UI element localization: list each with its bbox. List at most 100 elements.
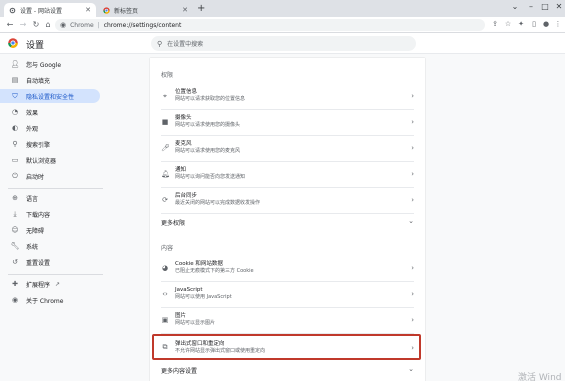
content-row-javascript[interactable]: ‹› JavaScript 网站可以使用 JavaScript › [150, 282, 425, 306]
sidebar-item-appearance[interactable]: ◐ 外观 [0, 121, 100, 135]
maximize-icon[interactable]: □ [540, 2, 550, 11]
close-window-icon[interactable]: ✕ [554, 2, 564, 11]
chevron-right-icon: › [411, 92, 414, 100]
external-link-icon: ↗ [55, 280, 61, 288]
permission-row-location[interactable]: ⌖ 位置信息 网站可以请求获取您的位置信息 › [150, 84, 425, 108]
sidebar-item-performance[interactable]: ◔ 效果 [0, 105, 100, 119]
chevron-right-icon: › [411, 316, 414, 324]
tab-title: 新标签页 [114, 7, 139, 15]
settings-header: 设置 ⚲ 在设置中搜索 [0, 33, 565, 54]
chrome-icon: ◉ [60, 21, 67, 29]
side-panel-icon[interactable]: ▯ [529, 20, 539, 28]
palette-icon: ◐ [11, 124, 19, 132]
sidebar-item-autofill[interactable]: ▤ 自动填充 [0, 73, 100, 87]
sidebar-item-privacy[interactable]: ⛉ 隐私设置和安全性 [0, 89, 100, 103]
activation-watermark: 激活 Wind [518, 373, 562, 381]
code-icon: ‹› [162, 290, 168, 298]
main-content: 权限 ⌖ 位置信息 网站可以请求获取您的位置信息 › ■ 摄像头 网站可以请求使用您… [110, 54, 565, 381]
search-icon: ⚲ [157, 39, 163, 48]
address-bar[interactable]: ◉ Chrome | chrome://settings/content [55, 19, 485, 31]
bell-icon: 🔔︎ [161, 170, 170, 178]
sidebar-item-accessibility[interactable]: ☺ 无障碍 [0, 223, 100, 237]
tab-search-icon[interactable]: ⌄ [510, 2, 520, 11]
autofill-icon: ▤ [11, 76, 19, 84]
chevron-right-icon: › [411, 196, 414, 204]
tab-strip: 设置 - 网站设置 ✕ 新标签页 ✕ + ⌄ – □ ✕ [0, 0, 565, 17]
forward-icon[interactable]: → [18, 19, 28, 30]
camera-icon: ■ [161, 118, 169, 126]
chrome-icon [103, 6, 110, 14]
extensions-icon[interactable]: ✦ [516, 20, 526, 28]
reset-icon: ↺ [12, 258, 18, 266]
reload-icon[interactable]: ↻ [31, 19, 41, 30]
chrome-icon: ◉ [11, 296, 19, 304]
content-heading: 内容 [161, 245, 174, 252]
share-icon[interactable]: ⇪ [490, 20, 500, 28]
more-permissions-expander[interactable]: 更多权限 ⌄ [150, 214, 425, 230]
page-title: 设置 [26, 41, 45, 51]
chevron-right-icon: › [411, 290, 414, 298]
chevron-down-icon: ⌄ [408, 365, 414, 373]
profile-icon[interactable]: ● [541, 20, 551, 28]
more-content-label: 更多内容设置 [161, 368, 198, 375]
chevron-right-icon: › [411, 264, 414, 272]
person-icon: 👤︎ [10, 60, 20, 68]
image-icon: ▣ [161, 316, 169, 324]
more-content-settings-expander[interactable]: 更多内容设置 ⌄ [150, 362, 425, 378]
permission-row-background-sync[interactable]: ⟳ 后台同步 最近关闭的网站可以完成数据收发操作 › [150, 188, 425, 212]
power-icon: ⏻ [12, 171, 18, 180]
cookie-icon: ◕ [161, 264, 169, 272]
tab-new-tab[interactable]: 新标签页 ✕ [98, 3, 193, 17]
tab-settings[interactable]: 设置 - 网站设置 ✕ [4, 3, 96, 17]
close-tab-icon[interactable]: ✕ [85, 6, 91, 14]
chrome-logo-icon [8, 38, 18, 48]
highlight-box [152, 334, 421, 360]
gear-icon [9, 7, 16, 14]
puzzle-icon: ✚ [12, 280, 18, 288]
shield-icon: ⛉ [12, 91, 18, 100]
accessibility-icon: ☺ [11, 226, 19, 234]
sidebar: 👤︎ 您与 Google ▤ 自动填充 ⛉ 隐私设置和安全性 ◔ 效果 ◐ 外观 ⚲ 搜索引… [0, 54, 110, 381]
sidebar-item-reset[interactable]: ↺ 重置设置 [0, 255, 100, 269]
close-tab-icon[interactable]: ✕ [182, 6, 188, 14]
location-icon: ⌖ [163, 91, 167, 100]
search-placeholder: 在设置中搜索 [167, 41, 204, 48]
sidebar-item-extensions[interactable]: ✚ 扩展程序 ↗ [0, 277, 100, 291]
wrench-icon: 🔧︎ [10, 242, 20, 250]
address-url: chrome://settings/content [103, 21, 182, 29]
back-icon[interactable]: ← [5, 19, 15, 30]
sync-icon: ⟳ [162, 196, 168, 204]
sidebar-item-system[interactable]: 🔧︎ 系统 [0, 239, 100, 253]
sidebar-item-search-engine[interactable]: ⚲ 搜索引擎 [0, 137, 100, 151]
mic-icon: 🎤︎ [161, 144, 170, 152]
permissions-heading: 权限 [161, 72, 174, 79]
sidebar-item-on-startup[interactable]: ⏻ 启动时 [0, 169, 100, 183]
content-row-images[interactable]: ▣ 图片 网站可以显示图片 › [150, 308, 425, 332]
globe-icon: ⊕ [12, 194, 18, 202]
sidebar-item-default-browser[interactable]: ▭ 默认浏览器 [0, 153, 100, 167]
sidebar-divider [8, 274, 103, 275]
toolbar: ← → ↻ ⌂ ◉ Chrome | chrome://settings/con… [0, 17, 565, 33]
more-permissions-label: 更多权限 [161, 220, 186, 227]
sidebar-item-you-and-google[interactable]: 👤︎ 您与 Google [0, 57, 100, 71]
new-tab-button[interactable]: + [197, 3, 205, 15]
permission-row-camera[interactable]: ■ 摄像头 网站可以请求使用您的摄像头 › [150, 110, 425, 134]
permission-row-notifications[interactable]: 🔔︎ 通知 网站可以询问能否向您发送通知 › [150, 162, 425, 186]
minimize-icon[interactable]: – [526, 2, 536, 11]
performance-icon: ◔ [11, 108, 19, 116]
search-input[interactable]: ⚲ 在设置中搜索 [151, 36, 416, 51]
address-scheme: Chrome [70, 21, 94, 29]
home-icon[interactable]: ⌂ [43, 19, 53, 30]
permission-row-microphone[interactable]: 🎤︎ 麦克风 网站可以请求使用您的麦克风 › [150, 136, 425, 160]
chevron-right-icon: › [411, 170, 414, 178]
sidebar-item-about-chrome[interactable]: ◉ 关于 Chrome [0, 293, 100, 307]
chevron-right-icon: › [411, 144, 414, 152]
sidebar-item-languages[interactable]: ⊕ 语言 [0, 191, 100, 205]
download-icon: ⤓ [13, 209, 17, 218]
bookmark-star-icon[interactable]: ☆ [503, 20, 513, 28]
content-row-cookies[interactable]: ◕ Cookie 和网站数据 已阻止无痕模式下的第三方 Cookie › [150, 256, 425, 280]
search-icon: ⚲ [12, 140, 18, 148]
site-settings-card: 权限 ⌖ 位置信息 网站可以请求获取您的位置信息 › ■ 摄像头 网站可以请求使用您… [150, 58, 425, 381]
sidebar-item-downloads[interactable]: ⤓ 下载内容 [0, 207, 100, 221]
menu-icon[interactable]: ⋮ [553, 20, 563, 28]
